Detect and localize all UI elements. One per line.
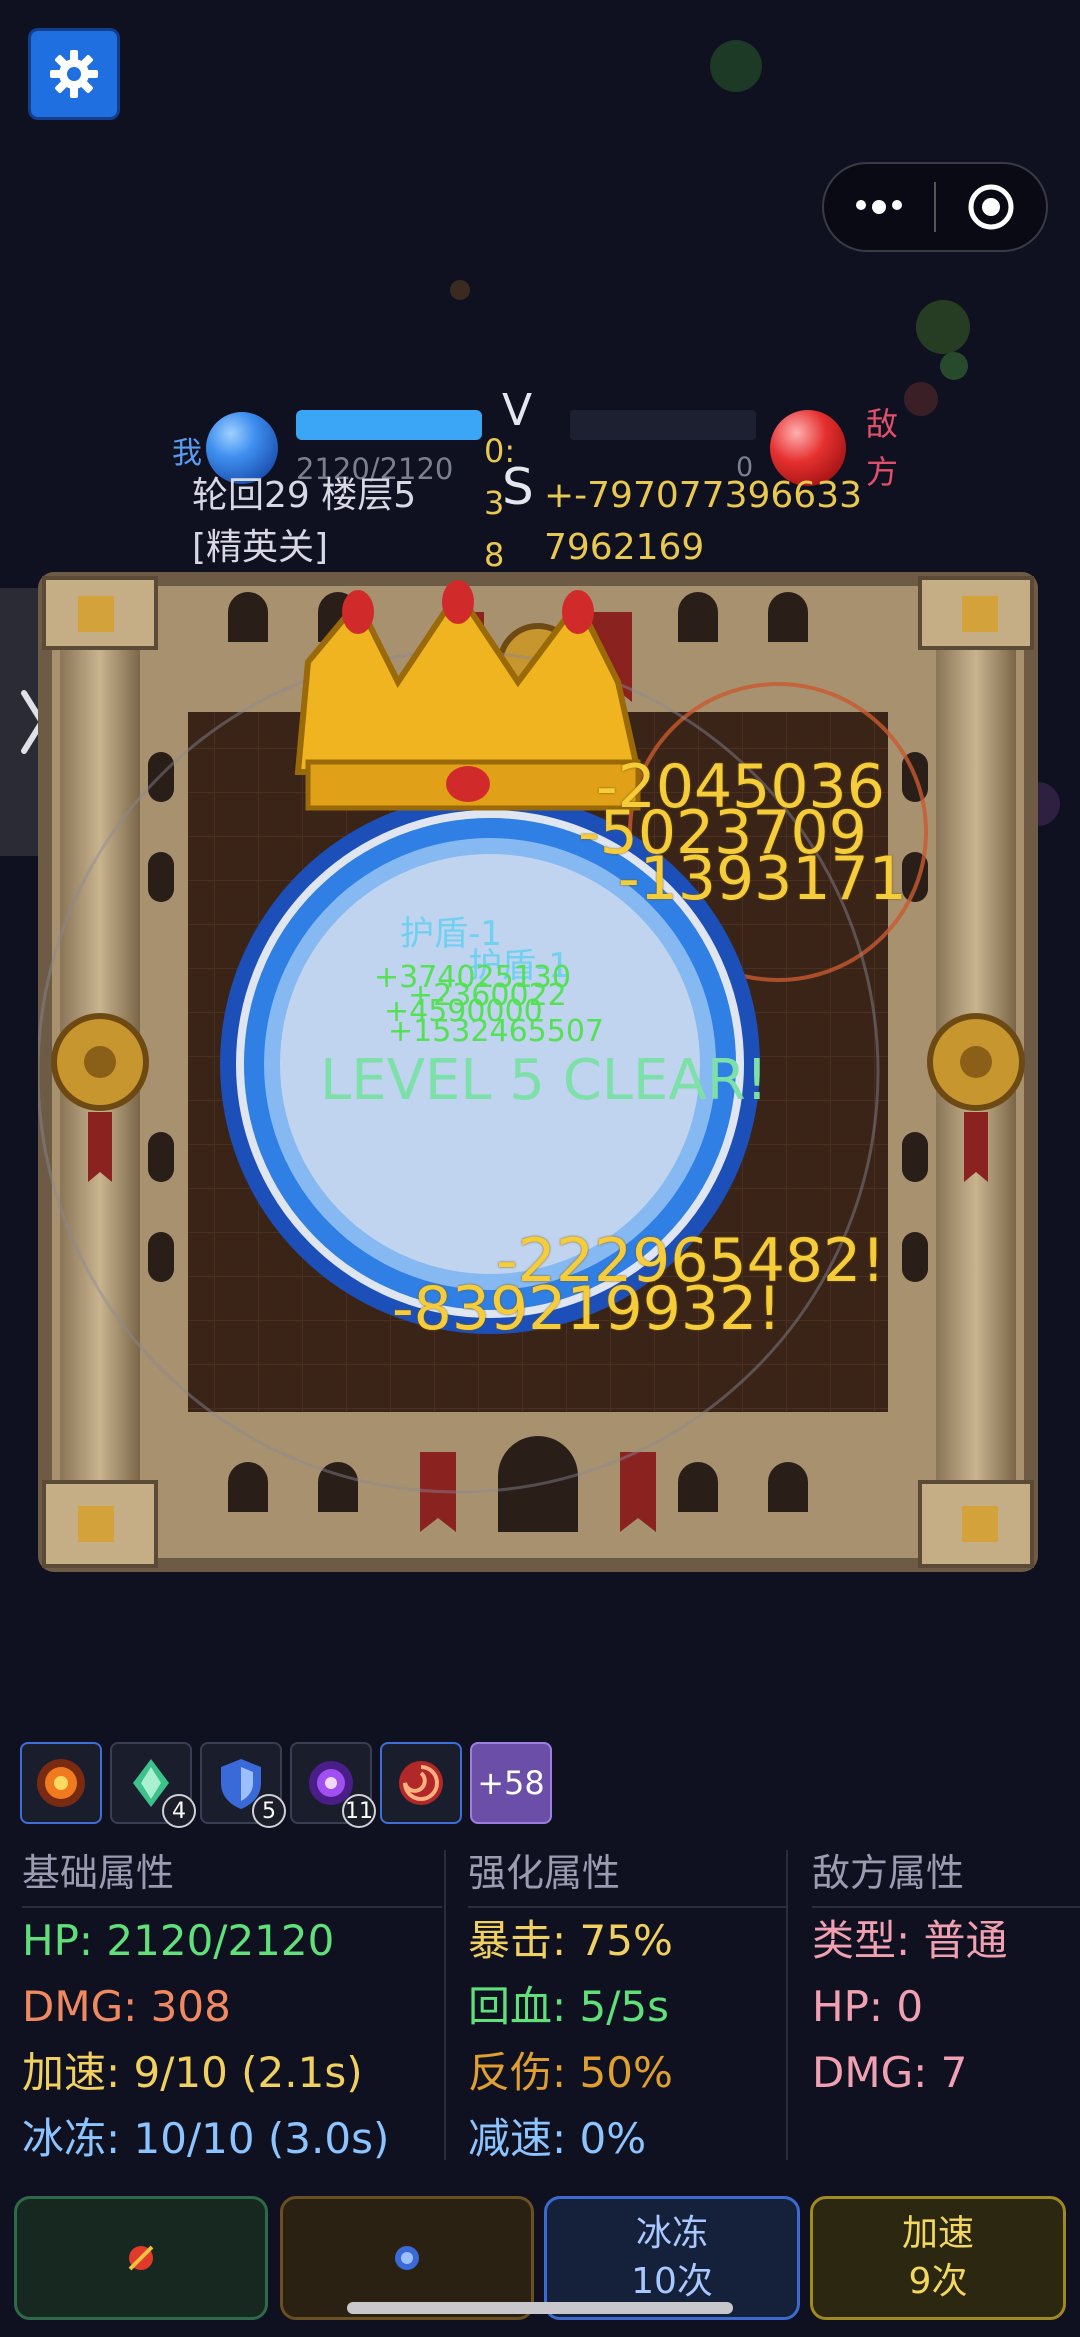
bokeh-light — [450, 280, 470, 300]
stage-info: 轮回29 楼层5 [精英关] — [192, 475, 417, 568]
arena[interactable]: 护盾-1 护盾-1 +374025130 +2360022 +4590000 +… — [36, 572, 1038, 1572]
score-text: +-797077396633 7962169 — [544, 475, 863, 568]
player-hp-bar — [296, 410, 482, 440]
base-stats-panel: 基础属性 HP: 2120/2120 DMG: 308 加速: 9/10 (2.… — [22, 1842, 442, 2172]
enhanced-stats-title: 强化属性 — [468, 1842, 786, 1908]
speed-button-count: 9次 — [908, 2261, 968, 2302]
stat-slow: 减速: 0% — [468, 2114, 647, 2163]
close-miniprogram-button[interactable] — [936, 164, 1046, 250]
stats-divider — [444, 1850, 446, 2160]
stat-reflect: 反伤: 50% — [468, 2048, 673, 2097]
more-menu-button[interactable] — [824, 164, 934, 250]
stat-regen: 回血: 5/5s — [468, 1982, 669, 2031]
stat-dmg: DMG: 308 — [22, 1982, 231, 2031]
stat-enemy-type: 类型: 普通 — [812, 1916, 1008, 1965]
settings-button[interactable] — [28, 28, 120, 120]
gear-icon — [50, 50, 98, 98]
stat-speed: 加速: 9/10 (2.1s) — [22, 2048, 363, 2097]
enemy-hp-bar — [570, 410, 756, 440]
skill-bar: 4 5 11 +58 — [20, 1742, 552, 1828]
enemy-stats-panel: 敌方属性 类型: 普通 HP: 0 DMG: 7 — [812, 1842, 1080, 2106]
level-clear-banner: LEVEL 5 CLEAR! — [320, 1048, 769, 1113]
more-dots-icon — [856, 200, 902, 214]
speed-button[interactable]: 加速 9次 — [810, 2196, 1066, 2320]
skill-slot-fire[interactable] — [20, 1742, 102, 1824]
battle-timer: 0:38 — [484, 432, 516, 574]
stat-freeze: 冰冻: 10/10 (3.0s) — [22, 2114, 390, 2163]
bokeh-light — [710, 40, 762, 92]
skill-slot-purple-vortex[interactable]: 11 — [290, 1742, 376, 1828]
red-swirl-icon — [399, 1761, 443, 1805]
damage-popup: -839219932! — [392, 1274, 782, 1344]
skill-slot-red-swirl[interactable] — [380, 1742, 462, 1824]
skill-slot-blue-shield[interactable]: 5 — [200, 1742, 286, 1828]
stats-divider — [786, 1850, 788, 2160]
freeze-button-label: 冰冻 — [635, 2213, 708, 2254]
attack-skill-button[interactable] — [14, 2196, 268, 2320]
stat-enemy-hp: HP: 0 — [812, 1982, 924, 2031]
skill-count-badge: 11 — [342, 1794, 376, 1828]
bokeh-light — [904, 382, 938, 416]
skill-slot-green-crystal[interactable]: 4 — [110, 1742, 196, 1828]
shield-orb-icon — [395, 2246, 419, 2270]
target-close-icon — [968, 184, 1014, 230]
enemy-label: 敌方 — [866, 405, 899, 491]
player-label: 我 — [172, 436, 202, 471]
base-stats-title: 基础属性 — [22, 1842, 442, 1908]
enemy-stats-title: 敌方属性 — [812, 1842, 1080, 1908]
more-skills-button[interactable]: +58 — [470, 1742, 552, 1824]
bokeh-light — [916, 300, 970, 354]
vs-label-v: V — [502, 385, 533, 436]
speed-button-label: 加速 — [901, 2213, 974, 2254]
freeze-button-count: 10次 — [631, 2261, 713, 2302]
stat-crit: 暴击: 75% — [468, 1916, 673, 1965]
skill-count-badge: 4 — [162, 1794, 196, 1828]
bokeh-light — [940, 352, 968, 380]
home-indicator[interactable] — [347, 2302, 733, 2314]
sword-orb-icon — [128, 2245, 154, 2271]
skill-count-badge: 5 — [252, 1794, 286, 1828]
stat-enemy-dmg: DMG: 7 — [812, 2048, 968, 2097]
stat-hp: HP: 2120/2120 — [22, 1916, 335, 1965]
miniprogram-capsule — [822, 162, 1048, 252]
enhanced-stats-panel: 强化属性 暴击: 75% 回血: 5/5s 反伤: 50% 减速: 0% — [468, 1842, 786, 2172]
damage-popup: -1393171 — [618, 844, 907, 914]
fire-orb-icon — [37, 1759, 85, 1807]
heal-popup: +1532465507 — [388, 1014, 605, 1049]
